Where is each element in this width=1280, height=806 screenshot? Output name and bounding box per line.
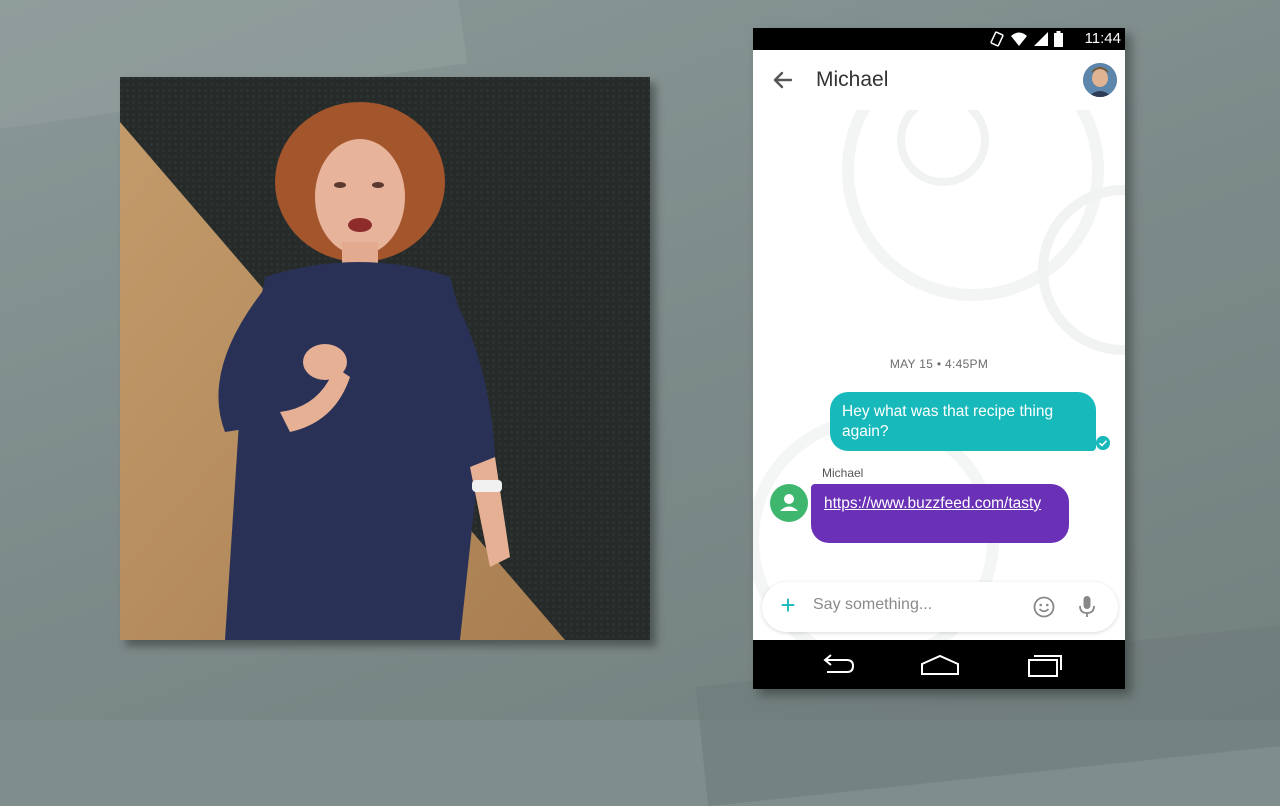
emoji-icon[interactable] xyxy=(1033,596,1055,618)
nav-home-icon[interactable] xyxy=(920,652,960,678)
navigation-bar xyxy=(753,640,1125,689)
message-input[interactable] xyxy=(811,595,1025,615)
nav-recents-icon[interactable] xyxy=(1025,652,1065,678)
sender-avatar-icon[interactable] xyxy=(770,484,808,522)
status-bar: 11:44 xyxy=(753,28,1125,50)
nav-back-icon[interactable] xyxy=(817,652,857,678)
status-time: 11:44 xyxy=(1084,30,1121,47)
rotate-icon xyxy=(990,31,1004,47)
phone-screen: 11:44 Michael MAY 15 • 4:45PM Hey what w… xyxy=(753,28,1125,689)
conversation-title: Michael xyxy=(816,68,889,91)
contact-avatar-icon[interactable] xyxy=(1083,63,1117,97)
delivered-check-icon xyxy=(1096,436,1110,450)
app-bar: Michael xyxy=(753,50,1125,110)
date-divider: MAY 15 • 4:45PM xyxy=(889,357,989,371)
signal-icon xyxy=(1034,32,1048,46)
incoming-sender-name: Michael xyxy=(822,466,864,480)
mic-icon[interactable] xyxy=(1076,595,1098,619)
presenter-figure xyxy=(218,102,510,640)
message-composer: + xyxy=(762,582,1118,632)
battery-icon xyxy=(1054,31,1063,47)
back-arrow-icon[interactable] xyxy=(769,66,797,94)
chat-background-pattern xyxy=(753,110,1125,640)
wifi-icon xyxy=(1011,32,1027,46)
add-icon[interactable]: + xyxy=(776,592,800,618)
shared-link[interactable]: https://www.buzzfeed.com/tasty xyxy=(824,495,1041,512)
status-icons xyxy=(990,31,1063,47)
presenter-video xyxy=(120,77,650,640)
outgoing-message[interactable]: Hey what was that recipe thing again? xyxy=(830,392,1096,451)
incoming-message: https://www.buzzfeed.com/tasty xyxy=(811,484,1069,543)
